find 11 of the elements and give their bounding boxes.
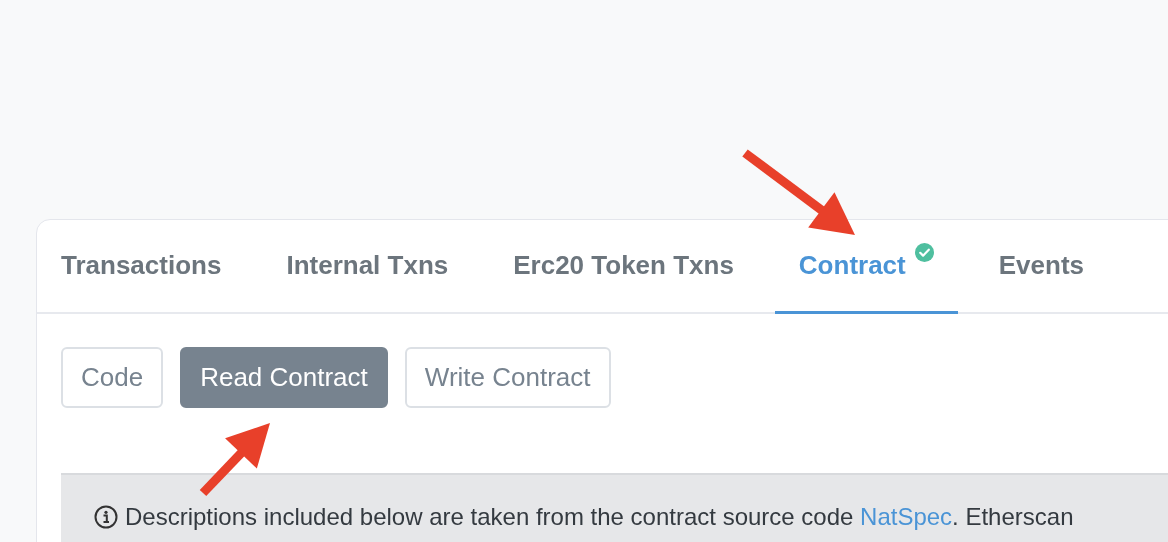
tab[interactable]: Internal Txns	[262, 220, 473, 314]
sub-tab-button[interactable]: Code	[61, 347, 164, 408]
sub-tab-button[interactable]: Read Contract	[180, 347, 388, 408]
sub-tab-button[interactable]: Write Contract	[404, 347, 611, 408]
natspec-link[interactable]: NatSpec	[860, 503, 953, 530]
tab[interactable]: Erc20 Token Txns	[489, 220, 758, 314]
notice-text: Descriptions included below are taken from the contract source code NatSpec. Etherscan	[125, 503, 1074, 531]
info-icon	[94, 505, 118, 529]
check-icon	[914, 243, 934, 262]
tab[interactable]: Transactions	[37, 220, 246, 314]
tab[interactable]: Events	[974, 220, 1108, 314]
